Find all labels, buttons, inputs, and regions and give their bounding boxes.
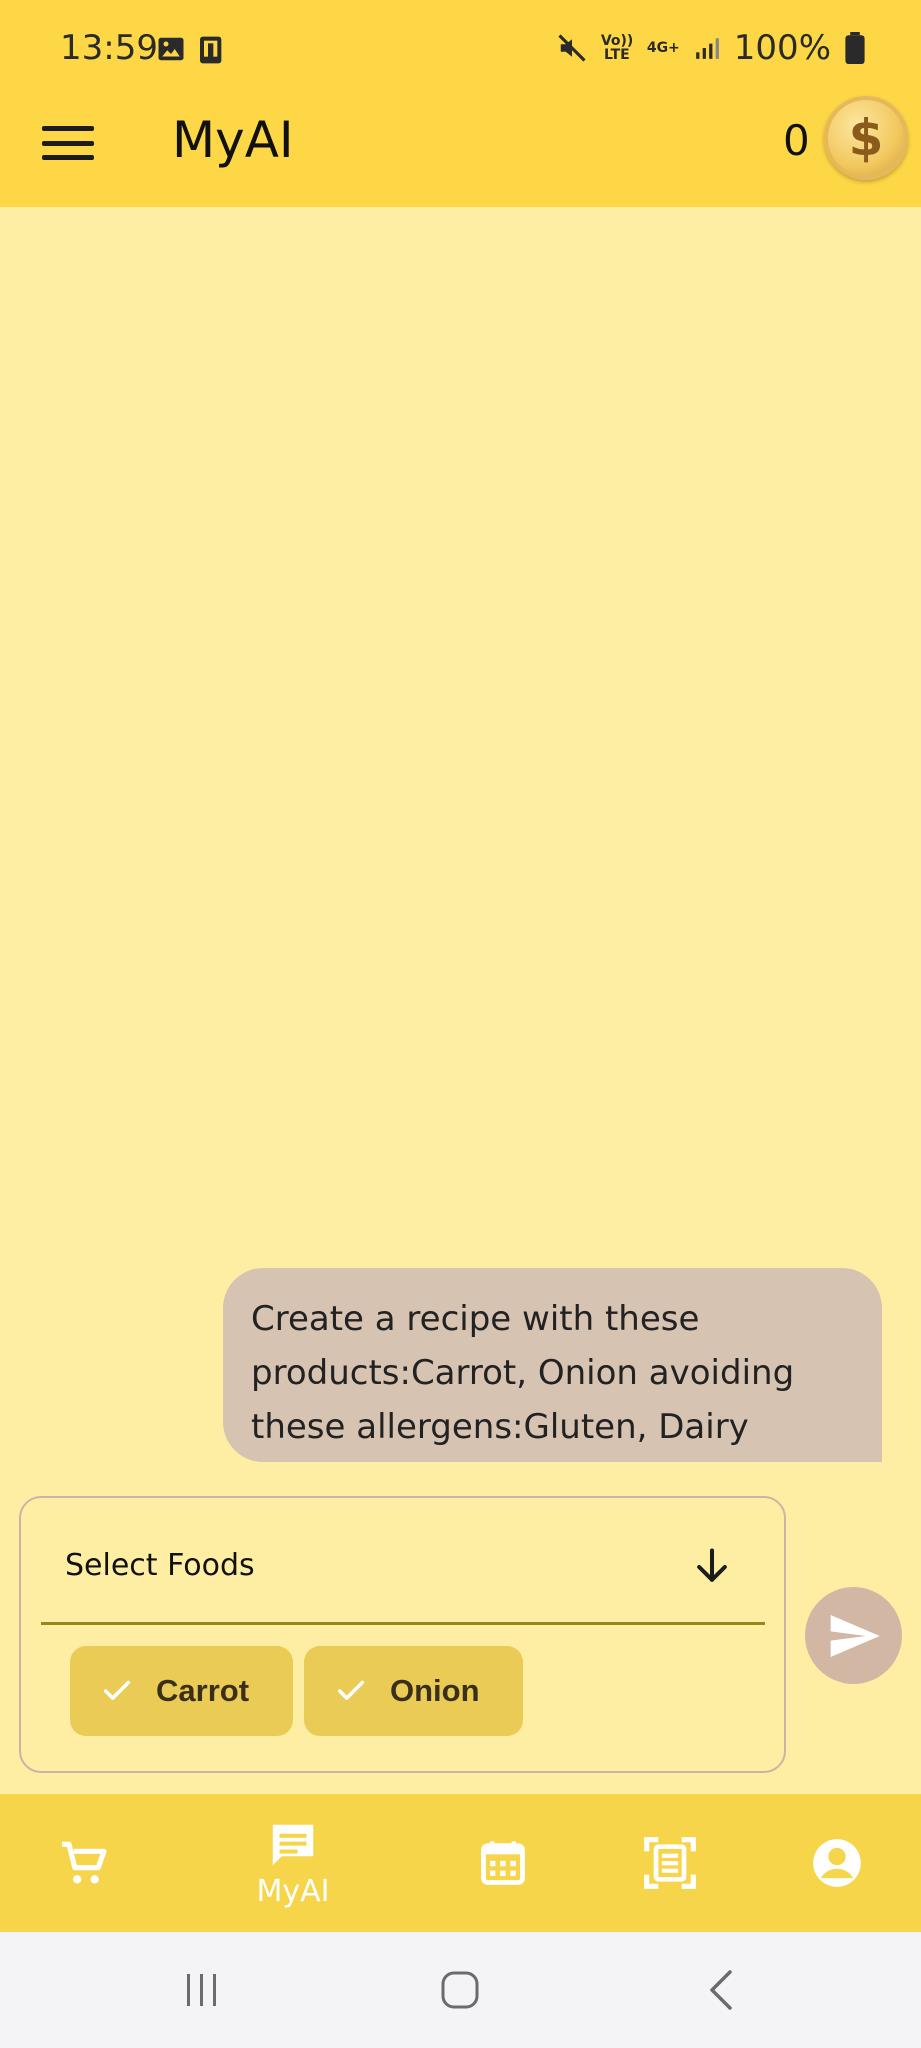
chip-carrot[interactable]: Carrot [70,1646,293,1736]
nav-item-shop[interactable] [20,1794,146,1932]
app-title: MyAI [172,111,294,169]
nav-item-myai[interactable]: MyAI [230,1794,356,1932]
menu-bar-line [42,126,94,131]
battery-icon [845,32,865,64]
gallery-icon [158,37,184,61]
volte-indicator: Vo)) LTE [600,33,634,63]
signal-icon [695,38,719,59]
menu-bar-line [42,140,94,146]
coin-icon[interactable]: $ [824,96,908,180]
nav-item-profile[interactable] [774,1794,900,1932]
battery-percent: 100% [733,28,831,68]
send-button[interactable] [805,1587,902,1684]
home-icon[interactable] [440,1970,480,2010]
cart-icon [62,1841,107,1884]
user-message-text: Create a recipe with these products:Carr… [251,1299,795,1447]
status-notification-icons [156,34,228,66]
chat-icon [272,1824,314,1865]
select-underline [41,1622,765,1625]
send-icon [830,1614,880,1657]
menu-button[interactable] [40,118,96,168]
check-icon [103,1680,131,1700]
select-foods-label[interactable]: Select Foods [65,1548,255,1583]
chip-label: Carrot [156,1673,250,1708]
scan-icon [644,1837,696,1889]
device-icon [200,36,222,64]
arrow-down-icon[interactable] [690,1544,734,1590]
status-right: Vo)) LTE 4G+ 100% [557,28,865,68]
chip-label: Onion [390,1673,480,1708]
recent-apps-icon[interactable] [182,1970,222,2010]
coin-count: 0 [783,116,810,165]
network-indicator: 4G+ [646,40,680,56]
nav-item-scan[interactable] [607,1794,733,1932]
menu-bar-line [42,155,94,160]
mute-icon [558,34,586,62]
account-icon [813,1839,861,1887]
back-icon[interactable] [702,1968,742,2012]
calendar-icon [481,1841,525,1885]
nav-item-calendar[interactable] [440,1794,566,1932]
nav-label-myai: MyAI [256,1873,330,1909]
chip-onion[interactable]: Onion [304,1646,523,1736]
check-icon [337,1680,365,1700]
user-message-bubble: Create a recipe with these products:Carr… [223,1268,882,1462]
status-time: 13:59 [60,28,158,68]
